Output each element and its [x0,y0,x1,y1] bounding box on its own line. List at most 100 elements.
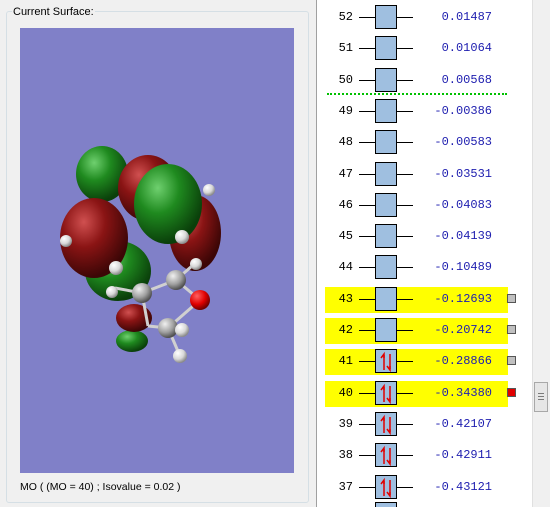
empty-orbital-box[interactable] [375,36,397,60]
mo-level-line-right [397,236,413,237]
mo-list-scrollbar[interactable] [532,0,550,507]
occupied-orbital-box[interactable] [375,502,397,507]
mo-level-line-left [359,299,375,300]
empty-orbital-box[interactable] [375,287,397,311]
mo-row-52[interactable]: 52 0.01487 [317,5,533,31]
electron-pair-icon [380,445,391,467]
mo-row-43[interactable]: 43 -0.12693 [317,287,533,313]
mo-row-50[interactable]: 50 0.00568 [317,68,533,94]
mo-number: 38 [338,448,353,462]
mo-level-line-left [359,267,375,268]
mo-number: 37 [338,480,353,494]
mo-level-line-right [397,267,413,268]
electron-pair-icon [380,351,391,373]
mo-level-line-right [397,174,413,175]
mo-level-line-right [397,111,413,112]
mo-level-line-left [359,361,375,362]
mo-level-line-left [359,424,375,425]
empty-orbital-box[interactable] [375,130,397,154]
scroll-thumb[interactable] [534,382,548,412]
occupied-orbital-box[interactable] [375,443,397,467]
empty-orbital-box[interactable] [375,162,397,186]
mo-level-line-right [397,424,413,425]
mo-energy-value: -0.04083 [434,198,492,212]
occupied-orbital-box[interactable] [375,381,397,405]
mo-number: 52 [338,10,353,24]
mo-number: 44 [338,260,353,274]
mo-row-48[interactable]: 48 -0.00583 [317,130,533,156]
mo-level-line-right [397,142,413,143]
empty-orbital-box[interactable] [375,99,397,123]
mo-status-label: MO ( (MO = 40) ; Isovalue = 0.02 ) [20,481,181,493]
mo-row-41[interactable]: 41 -0.28866 [317,349,533,375]
mo-energy-value: -0.43121 [434,480,492,494]
mo-number: 47 [338,167,353,181]
mo-energy-value: 0.01064 [441,41,492,55]
mo-number: 43 [338,292,353,306]
mo-row-49[interactable]: 49 -0.00386 [317,99,533,125]
empty-orbital-box[interactable] [375,224,397,248]
mo-row-46[interactable]: 46 -0.04083 [317,193,533,219]
current-surface-label: Current Surface: [12,6,95,18]
mo-number: 45 [338,229,353,243]
mo-number: 49 [338,104,353,118]
empty-orbital-box[interactable] [375,255,397,279]
mo-number: 51 [338,41,353,55]
mo-level-line-left [359,111,375,112]
mo-energy-value: -0.20742 [434,323,492,337]
mo-number: 39 [338,417,353,431]
empty-orbital-box[interactable] [375,5,397,29]
empty-orbital-box[interactable] [375,318,397,342]
mo-level-line-right [397,48,413,49]
mo-energy-value: 0.00568 [441,73,492,87]
mo-row-37[interactable]: 37 -0.43121 [317,475,533,501]
mo-number: 48 [338,135,353,149]
mo-energy-value: -0.04139 [434,229,492,243]
surface-marker[interactable] [507,325,516,334]
mo-level-line-left [359,236,375,237]
mo-row-39[interactable]: 39 -0.42107 [317,412,533,438]
occupied-orbital-box[interactable] [375,475,397,499]
mo-row-51[interactable]: 51 0.01064 [317,36,533,62]
mo-level-line-right [397,17,413,18]
orbital-rendering [60,146,221,363]
mo-row-42[interactable]: 42 -0.20742 [317,318,533,344]
mo-level-line-right [397,330,413,331]
surface-marker[interactable] [507,356,516,365]
mo-row-45[interactable]: 45 -0.04139 [317,224,533,250]
electron-pair-icon [380,414,391,436]
molecule-viewport[interactable] [20,28,294,473]
homo-lumo-gap-line [327,93,507,95]
mo-level-line-left [359,205,375,206]
selected-surface-marker[interactable] [507,388,516,397]
mo-level-line-right [397,361,413,362]
mo-row-44[interactable]: 44 -0.10489 [317,255,533,281]
mo-level-line-left [359,17,375,18]
mo-number: 41 [338,354,353,368]
mo-level-line-left [359,142,375,143]
mo-level-line-right [397,487,413,488]
mo-energy-value: -0.28866 [434,354,492,368]
mo-level-line-left [359,393,375,394]
mo-level-line-left [359,330,375,331]
mo-level-line-right [397,299,413,300]
mo-row-47[interactable]: 47 -0.03531 [317,162,533,188]
empty-orbital-box[interactable] [375,193,397,217]
empty-orbital-box[interactable] [375,68,397,92]
mo-energy-value: 0.01487 [441,10,492,24]
occupied-orbital-box[interactable] [375,412,397,436]
mo-energy-value: -0.03531 [434,167,492,181]
mo-energy-value: -0.00386 [434,104,492,118]
mo-energy-value: -0.10489 [434,260,492,274]
mo-energy-diagram[interactable]: 52 0.01487 51 0.01064 50 0.00568 49 -0.00386 48 -… [316,0,550,507]
mo-energy-value: -0.42107 [434,417,492,431]
mo-level-line-left [359,80,375,81]
mo-level-line-right [397,455,413,456]
occupied-orbital-box[interactable] [375,349,397,373]
mo-level-line-right [397,205,413,206]
mo-row-38[interactable]: 38 -0.42911 [317,443,533,469]
mo-level-line-right [397,393,413,394]
mo-row-40[interactable]: 40 -0.34380 [317,381,533,407]
mo-energy-value: -0.34380 [434,386,492,400]
surface-marker[interactable] [507,294,516,303]
